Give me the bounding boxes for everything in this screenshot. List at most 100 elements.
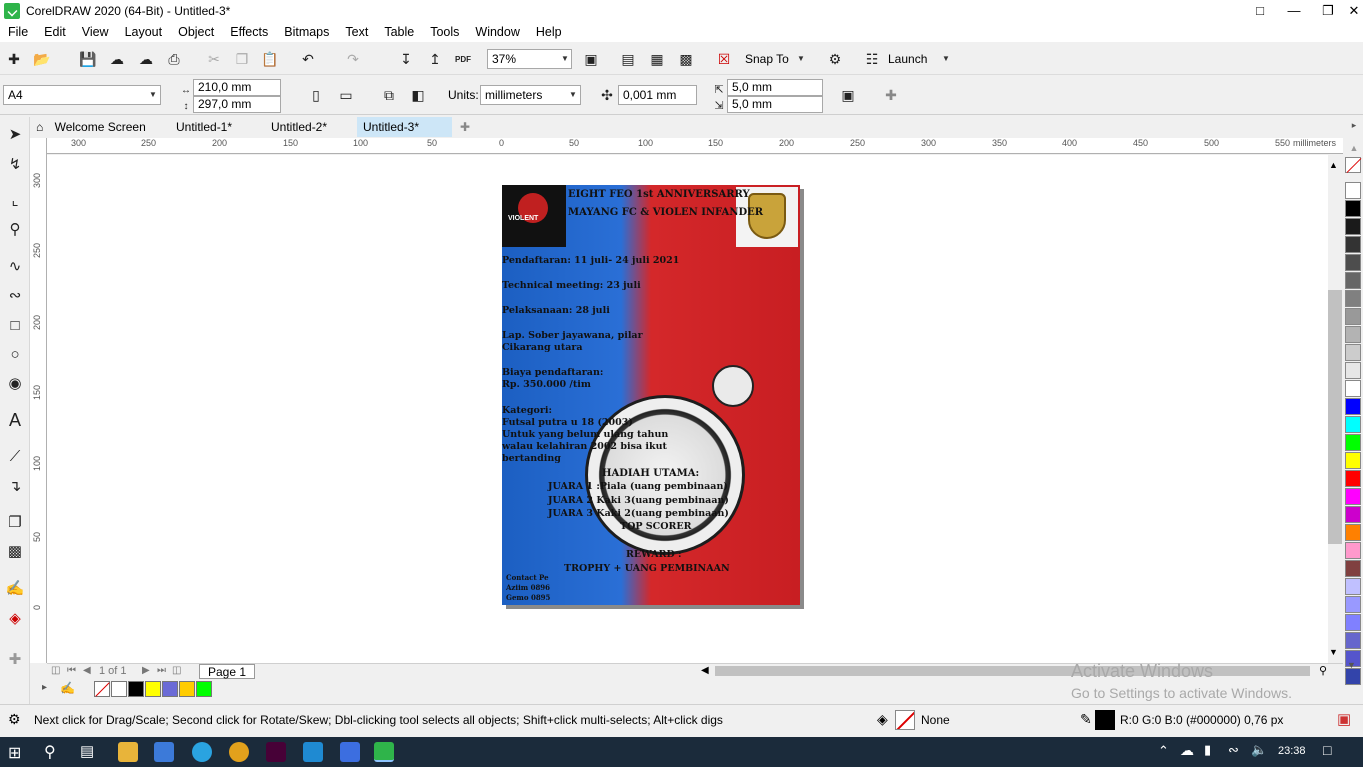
next-page-icon[interactable]: ▶	[142, 665, 150, 676]
ellipse-tool-icon[interactable]: ○	[4, 343, 26, 365]
color-swatch[interactable]	[1345, 578, 1361, 595]
freehand-tool-icon[interactable]: ∿	[4, 255, 26, 277]
color-settings-icon[interactable]: ▣	[1337, 710, 1351, 728]
all-pages-icon[interactable]: ⧉	[378, 84, 400, 106]
treat-as-filled-icon[interactable]: ▣	[837, 84, 859, 106]
snap-to-button[interactable]: Snap To	[745, 49, 789, 69]
document-palette-menu-icon[interactable]: ▸	[42, 682, 47, 693]
vscode-icon[interactable]	[303, 742, 323, 762]
crop-tool-icon[interactable]: ⌞	[4, 189, 26, 211]
pick-tool-icon[interactable]: ➤	[4, 123, 26, 145]
minimize-button[interactable]: —	[1277, 0, 1311, 22]
scroll-down-icon[interactable]: ▼	[1329, 647, 1338, 657]
portrait-icon[interactable]: ▯	[305, 84, 327, 106]
fill-icon[interactable]: ◈	[877, 711, 888, 728]
page-size-select[interactable]: A4	[3, 85, 161, 105]
vertical-scrollbar-thumb[interactable]	[1328, 290, 1342, 544]
no-color-swatch[interactable]	[1345, 157, 1362, 173]
color-swatch[interactable]	[1345, 668, 1361, 685]
cloud-upload-icon[interactable]: ☁	[106, 48, 128, 70]
add-icon[interactable]: ✚	[880, 84, 902, 106]
chrome-icon[interactable]	[229, 742, 249, 762]
color-swatch[interactable]	[1345, 470, 1361, 487]
menu-table[interactable]: Table	[376, 22, 422, 42]
color-swatch[interactable]	[1345, 236, 1361, 253]
palette-menu-icon[interactable]: ▸	[1345, 120, 1363, 131]
store-icon[interactable]	[154, 742, 174, 762]
launch-icon[interactable]: ☷	[861, 48, 883, 70]
print-icon[interactable]: ⎙	[163, 48, 185, 70]
nudge-distance-field[interactable]: 0,001 mm	[618, 85, 697, 105]
palette-scroll-down-icon[interactable]: ▼	[1347, 660, 1356, 670]
color-swatch[interactable]	[1345, 308, 1361, 325]
color-swatch[interactable]	[1345, 416, 1361, 433]
color-swatch[interactable]	[1345, 488, 1361, 505]
battery-icon[interactable]: ▮	[1204, 742, 1211, 758]
horizontal-scrollbar-thumb[interactable]	[715, 666, 1310, 676]
color-swatch[interactable]	[1345, 380, 1361, 397]
palette-scroll-up-icon[interactable]: ▲	[1345, 143, 1363, 153]
color-swatch[interactable]	[128, 681, 144, 697]
show-guidelines-icon[interactable]: ▩	[675, 48, 697, 70]
color-swatch[interactable]	[1345, 290, 1361, 307]
fill-swatch[interactable]	[895, 710, 915, 730]
first-page-icon[interactable]: ⏮	[67, 665, 76, 676]
zoom-level-field[interactable]: 37%	[487, 49, 572, 69]
color-swatch[interactable]	[145, 681, 161, 697]
quick-customize-icon[interactable]: ✚	[4, 648, 26, 670]
onedrive-icon[interactable]: ☁	[1180, 742, 1194, 759]
color-swatch[interactable]	[1345, 200, 1361, 217]
vertical-ruler[interactable]: 300 250 200 150 100 50 0	[30, 138, 47, 663]
full-screen-preview-icon[interactable]: ▣	[580, 48, 602, 70]
menu-text[interactable]: Text	[337, 22, 376, 42]
color-swatch[interactable]	[1345, 362, 1361, 379]
shape-tool-icon[interactable]: ↯	[4, 153, 26, 175]
tab-untitled-1[interactable]: Untitled-1*	[170, 117, 265, 137]
eyedropper-icon[interactable]: ✍	[60, 681, 75, 695]
zoom-navigator-icon[interactable]: ⚲	[1319, 664, 1327, 677]
cloud-download-icon[interactable]: ☁	[135, 48, 157, 70]
paste-icon[interactable]: 📋	[259, 48, 281, 70]
drop-shadow-tool-icon[interactable]: ❐	[4, 511, 26, 533]
dimension-tool-icon[interactable]: ⟋	[4, 445, 26, 467]
task-view-icon[interactable]: ▤	[80, 742, 94, 760]
landscape-icon[interactable]: ▭	[335, 84, 357, 106]
import-icon[interactable]: ↧	[395, 48, 417, 70]
page-tab[interactable]: Page 1	[199, 664, 256, 679]
tab-untitled-3[interactable]: Untitled-3*	[357, 117, 452, 137]
show-hidden-icons-icon[interactable]: ⌃	[1158, 743, 1169, 759]
color-swatch[interactable]	[1345, 596, 1361, 613]
menu-edit[interactable]: Edit	[36, 22, 74, 42]
volume-icon[interactable]: 🔈	[1251, 742, 1267, 758]
export-icon[interactable]: ↥	[424, 48, 446, 70]
horizontal-ruler[interactable]: 300 250 200 150 100 50 0 50 100 150 200 …	[47, 138, 1343, 154]
snap-off-icon[interactable]: ☒	[713, 48, 735, 70]
search-icon[interactable]: ⚲	[44, 742, 56, 762]
menu-window[interactable]: Window	[467, 22, 527, 42]
units-select[interactable]: millimeters	[480, 85, 581, 105]
color-swatch[interactable]	[1345, 614, 1361, 631]
menu-object[interactable]: Object	[170, 22, 222, 42]
outline-swatch[interactable]	[1095, 710, 1115, 730]
new-document-icon[interactable]: ✚	[3, 48, 25, 70]
text-tool-icon[interactable]: A	[4, 409, 26, 431]
page-height-field[interactable]: 297,0 mm	[193, 96, 281, 113]
no-color-swatch[interactable]	[94, 681, 110, 697]
color-swatch[interactable]	[111, 681, 127, 697]
clock[interactable]: 23:38	[1278, 745, 1306, 757]
page-width-field[interactable]: 210,0 mm	[193, 79, 281, 96]
duplicate-distance-x-field[interactable]: 5,0 mm	[727, 79, 823, 96]
adobe-xd-icon[interactable]	[266, 742, 286, 762]
menu-file[interactable]: File	[0, 22, 36, 42]
color-swatch[interactable]	[1345, 452, 1361, 469]
previous-page-icon[interactable]: ◀	[83, 665, 91, 676]
color-swatch[interactable]	[1345, 542, 1361, 559]
color-swatch[interactable]	[1345, 344, 1361, 361]
show-grid-icon[interactable]: ▦	[646, 48, 668, 70]
add-page-before-icon[interactable]: ◫	[51, 665, 60, 676]
options-gear-icon[interactable]: ⚙	[824, 48, 846, 70]
artistic-media-tool-icon[interactable]: ∾	[4, 284, 26, 306]
color-swatch[interactable]	[1345, 272, 1361, 289]
add-tab-icon[interactable]: ✚	[454, 117, 474, 137]
save-icon[interactable]: 💾	[77, 48, 99, 70]
